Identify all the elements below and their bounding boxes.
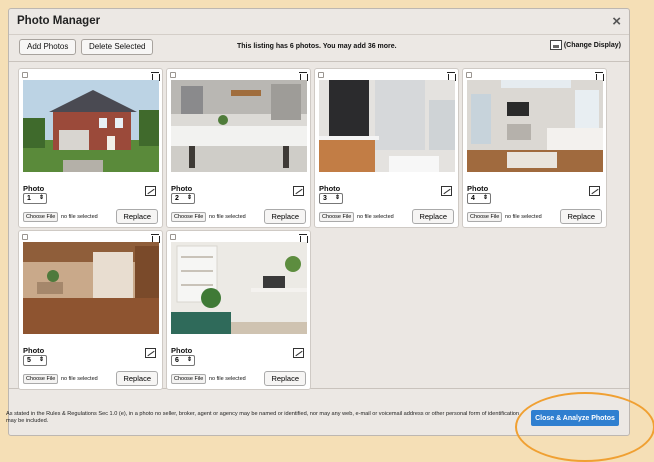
photo-thumbnail-kitchen (171, 80, 307, 172)
photo-card: Photo 5 ⇕ Choose File no file selected Re… (18, 230, 163, 390)
photo-count-info: This listing has 6 photos. You may add 3… (237, 43, 397, 50)
choose-file-button[interactable]: Choose File (319, 212, 355, 222)
select-arrows-icon: ⇕ (186, 357, 192, 363)
select-arrows-icon: ⇕ (334, 195, 340, 201)
photo-thumbnail-living-room (23, 242, 159, 334)
replace-button[interactable]: Replace (264, 209, 306, 224)
file-status-text: no file selected (209, 214, 246, 220)
add-photos-button[interactable]: Add Photos (19, 39, 77, 55)
replace-button[interactable]: Replace (116, 209, 158, 224)
photo-order-select[interactable]: 6 ⇕ (171, 355, 195, 366)
select-arrows-icon: ⇕ (38, 195, 44, 201)
photo-order-select[interactable]: 4 ⇕ (467, 193, 491, 204)
photo-manager-dialog: Photo Manager × Add Photos Delete Select… (8, 8, 630, 436)
trash-icon[interactable] (447, 71, 456, 81)
photo-order-value: 6 (175, 357, 179, 364)
photo-thumbnail-bathroom (319, 80, 455, 172)
photo-label: Photo (171, 346, 193, 355)
choose-file-button[interactable]: Choose File (23, 212, 59, 222)
photo-select-checkbox[interactable] (22, 72, 28, 78)
toolbar: Add Photos Delete Selected This listing … (17, 39, 623, 61)
photo-card: Photo 1 ⇕ Choose File no file selected Re… (18, 68, 163, 228)
file-status-text: no file selected (357, 214, 394, 220)
replace-button[interactable]: Replace (264, 371, 306, 386)
close-analyze-button[interactable]: Close & Analyze Photos (531, 410, 619, 426)
display-icon (549, 40, 562, 50)
photo-select-checkbox[interactable] (318, 72, 324, 78)
photo-order-value: 4 (471, 195, 475, 202)
photo-card: Photo 3 ⇕ Choose File no file selected Re… (314, 68, 459, 228)
photo-order-select[interactable]: 3 ⇕ (319, 193, 343, 204)
photo-select-checkbox[interactable] (170, 72, 176, 78)
photo-label: Photo (171, 184, 193, 193)
photo-order-value: 5 (27, 357, 31, 364)
crop-icon[interactable] (441, 186, 452, 196)
select-arrows-icon: ⇕ (186, 195, 192, 201)
replace-button[interactable]: Replace (560, 209, 602, 224)
choose-file-button[interactable]: Choose File (171, 374, 207, 384)
trash-icon[interactable] (299, 71, 308, 81)
photo-select-checkbox[interactable] (466, 72, 472, 78)
crop-icon[interactable] (293, 348, 304, 358)
dialog-title: Photo Manager (17, 15, 101, 27)
delete-selected-button[interactable]: Delete Selected (81, 39, 154, 55)
dialog-titlebar: Photo Manager × (9, 9, 629, 35)
photo-thumbnail-exterior (23, 80, 159, 172)
photo-order-value: 3 (323, 195, 327, 202)
replace-button[interactable]: Replace (116, 371, 158, 386)
replace-button[interactable]: Replace (412, 209, 454, 224)
photo-card: Photo 2 ⇕ Choose File no file selected Re… (166, 68, 311, 228)
crop-icon[interactable] (145, 186, 156, 196)
select-arrows-icon: ⇕ (482, 195, 488, 201)
choose-file-button[interactable]: Choose File (467, 212, 503, 222)
photo-label: Photo (23, 184, 45, 193)
rules-disclaimer: As stated in the Rules & Regulations Sec… (6, 411, 520, 424)
select-arrows-icon: ⇕ (38, 357, 44, 363)
photo-thumbnail-office (171, 242, 307, 334)
file-status-text: no file selected (61, 376, 98, 382)
photo-select-checkbox[interactable] (22, 234, 28, 240)
close-icon[interactable]: × (612, 13, 621, 30)
crop-icon[interactable] (293, 186, 304, 196)
photo-order-select[interactable]: 1 ⇕ (23, 193, 47, 204)
choose-file-button[interactable]: Choose File (23, 374, 59, 384)
photo-order-value: 2 (175, 195, 179, 202)
file-status-text: no file selected (505, 214, 542, 220)
photo-order-value: 1 (27, 195, 31, 202)
file-status-text: no file selected (209, 376, 246, 382)
file-status-text: no file selected (61, 214, 98, 220)
photo-label: Photo (467, 184, 489, 193)
trash-icon[interactable] (151, 233, 160, 243)
photo-label: Photo (23, 346, 45, 355)
choose-file-button[interactable]: Choose File (171, 212, 207, 222)
photo-select-checkbox[interactable] (170, 234, 176, 240)
photo-card: Photo 4 ⇕ Choose File no file selected Re… (462, 68, 607, 228)
change-display-label: (Change Display) (563, 41, 621, 49)
photo-label: Photo (319, 184, 341, 193)
trash-icon[interactable] (595, 71, 604, 81)
photo-card: Photo 6 ⇕ Choose File no file selected Re… (166, 230, 311, 390)
photo-grid: Photo 1 ⇕ Choose File no file selected Re… (9, 61, 629, 390)
trash-icon[interactable] (151, 71, 160, 81)
photo-thumbnail-bedroom (467, 80, 603, 172)
change-display-button[interactable]: (Change Display) (549, 40, 621, 50)
photo-order-select[interactable]: 2 ⇕ (171, 193, 195, 204)
crop-icon[interactable] (589, 186, 600, 196)
photo-order-select[interactable]: 5 ⇕ (23, 355, 47, 366)
crop-icon[interactable] (145, 348, 156, 358)
trash-icon[interactable] (299, 233, 308, 243)
